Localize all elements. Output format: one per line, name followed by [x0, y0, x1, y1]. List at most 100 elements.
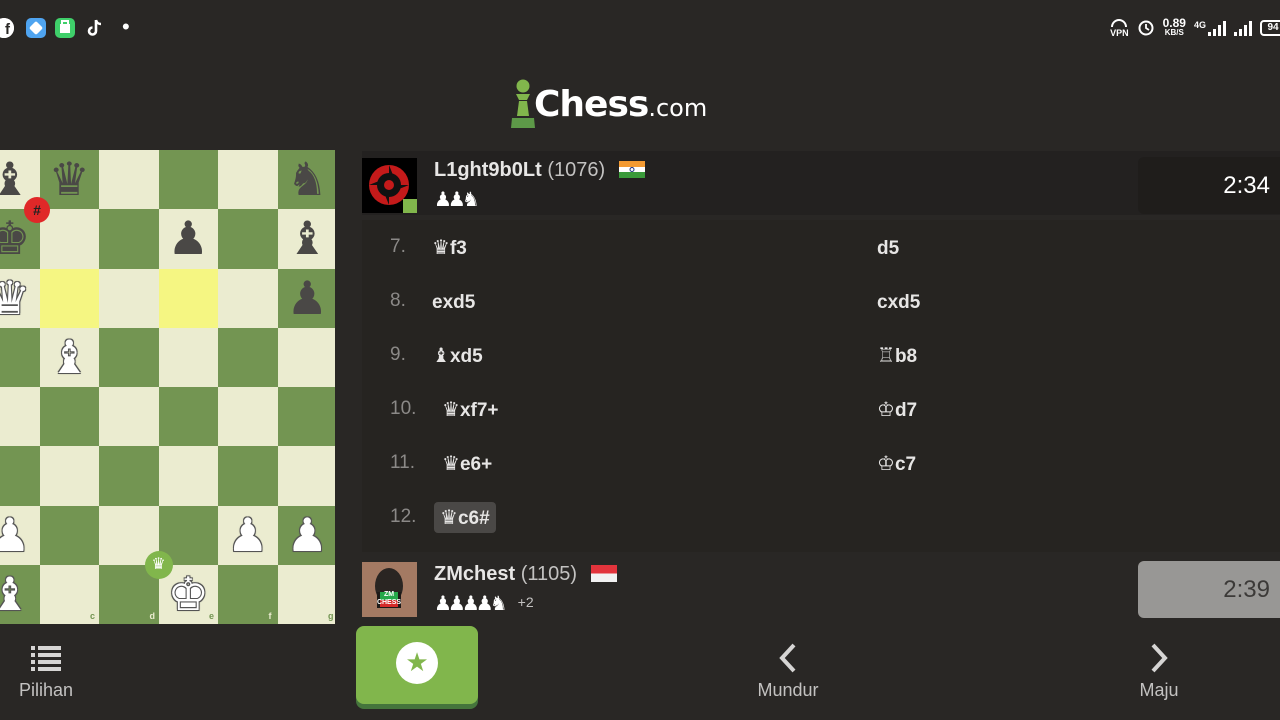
file-label-g: g [328, 611, 334, 621]
square-f4[interactable] [218, 387, 278, 447]
square-b3[interactable] [0, 446, 40, 506]
list-icon [10, 640, 82, 680]
options-label: Pilihan [18, 680, 74, 700]
options-button[interactable]: Pilihan [10, 640, 82, 701]
forward-button[interactable]: Maju [1126, 640, 1192, 701]
square-d3[interactable] [99, 446, 159, 506]
file-label-f: f [268, 611, 272, 621]
white-move[interactable]: exd5 [432, 286, 475, 317]
black-knight-g8[interactable]: ♞ [278, 150, 336, 209]
square-f6[interactable] [218, 268, 278, 328]
square-e8[interactable] [158, 150, 218, 210]
square-e4[interactable] [158, 387, 218, 447]
game-review-screen: f • VPN 0.89 KB/S 4G 94 Chess.com c d e … [0, 0, 1280, 720]
white-pawn-b2[interactable]: ♟ [0, 506, 40, 565]
square-e5[interactable] [158, 327, 218, 387]
move-number: 9. [390, 344, 406, 365]
top-player-name-line: L1ght9b0Lt (1076) [434, 159, 645, 182]
square-d6[interactable] [99, 268, 159, 328]
chevron-right-icon [1126, 640, 1192, 680]
square-c4[interactable] [39, 387, 99, 447]
white-queen-b6[interactable]: ♛ [0, 269, 40, 328]
move-row: 12. ♛c6# [362, 490, 1280, 544]
square-g4[interactable] [277, 387, 335, 447]
black-move[interactable]: cxd5 [877, 289, 920, 314]
square-b5[interactable] [0, 327, 40, 387]
square-f7[interactable] [218, 209, 278, 269]
black-move-text: c7 [894, 454, 917, 475]
chevron-left-icon [748, 640, 828, 680]
network-type: 4G [1193, 20, 1206, 30]
chess-board[interactable]: cdefgh♝♛♞♜♚♟♝♟♛♟♝♟♟♟♟♝♚♜#♛ [0, 150, 335, 624]
black-queen-c8[interactable]: ♛ [40, 150, 100, 209]
black-move-piece-icon: ♔ [877, 397, 895, 421]
material-advantage: +2 [517, 594, 534, 610]
white-pawn-g2[interactable]: ♟ [278, 506, 336, 565]
black-pawn-e7[interactable]: ♟ [159, 209, 219, 268]
black-move[interactable]: ♖b8 [877, 343, 917, 368]
file-label-d: d [149, 611, 156, 621]
square-e3[interactable] [158, 446, 218, 506]
square-c7[interactable] [39, 209, 99, 269]
square-f5[interactable] [218, 327, 278, 387]
review-star-button[interactable]: ★ [356, 626, 478, 704]
black-move-text: d5 [877, 238, 900, 259]
tiktok-icon [85, 18, 105, 38]
white-move[interactable]: ♝xd5 [432, 340, 483, 371]
chess-com-logo: Chess.com [510, 76, 707, 130]
move-row: 9. ♝xd5 ♖b8 [362, 328, 1280, 382]
facebook-icon: f [0, 18, 14, 38]
move-number: 10. [390, 398, 417, 419]
square-f3[interactable] [218, 446, 278, 506]
india-flag-icon [618, 161, 645, 178]
white-move-text: f3 [449, 238, 467, 259]
square-g5[interactable] [277, 327, 335, 387]
file-label-c: c [90, 611, 96, 621]
store-icon [55, 18, 75, 38]
white-move-piece-icon: ♝ [432, 343, 450, 367]
top-player-name[interactable]: L1ght9b0Lt [434, 159, 542, 181]
white-move[interactable]: ♛e6+ [442, 448, 492, 479]
square-d8[interactable] [99, 150, 159, 210]
logo-main: Chess [534, 84, 649, 125]
black-move[interactable]: d5 [877, 235, 899, 260]
bottom-player-avatar[interactable]: ZM CHESS [362, 562, 417, 617]
black-bishop-g7[interactable]: ♝ [278, 209, 336, 268]
square-b4[interactable] [0, 387, 40, 447]
square-c3[interactable] [39, 446, 99, 506]
square-g1[interactable] [277, 564, 335, 624]
white-move-text: exd5 [432, 292, 476, 313]
vpn-icon: VPN [1110, 18, 1129, 38]
square-e6[interactable] [158, 268, 218, 328]
white-move-piece-icon: ♛ [442, 397, 460, 421]
bottom-player-name[interactable]: ZMchest [434, 563, 515, 585]
square-c2[interactable] [39, 505, 99, 565]
white-pawn-f2[interactable]: ♟ [218, 506, 278, 565]
notification-dot: • [122, 14, 130, 39]
black-move-text: d7 [894, 400, 918, 421]
top-player-captured-pieces: ♟♟♞ [434, 187, 480, 211]
square-d4[interactable] [99, 387, 159, 447]
signal-bars-1-icon [1208, 20, 1226, 36]
speed-unit: KB/S [1164, 28, 1184, 37]
square-c6[interactable] [39, 268, 99, 328]
back-button[interactable]: Mundur [748, 640, 828, 701]
move-number: 7. [390, 236, 406, 257]
move-row: 10. ♛xf7+ ♔d7 [362, 382, 1280, 436]
white-move[interactable]: ♛c6# [434, 502, 496, 533]
vpn-label: VPN [1110, 28, 1129, 38]
square-f8[interactable] [218, 150, 278, 210]
white-bishop-b1[interactable]: ♝ [0, 565, 40, 624]
black-move[interactable]: ♔d7 [877, 397, 917, 422]
top-player-avatar[interactable] [362, 158, 417, 213]
black-pawn-g6[interactable]: ♟ [278, 269, 336, 328]
black-move-piece-icon: ♔ [877, 451, 895, 475]
white-move[interactable]: ♛xf7+ [442, 394, 499, 425]
square-d5[interactable] [99, 327, 159, 387]
black-move[interactable]: ♔c7 [877, 451, 916, 476]
white-move[interactable]: ♛f3 [432, 232, 467, 263]
white-bishop-c5[interactable]: ♝ [40, 328, 100, 387]
bottom-player-clock: 2:39 [1138, 561, 1280, 618]
square-g3[interactable] [277, 446, 335, 506]
square-d7[interactable] [99, 209, 159, 269]
